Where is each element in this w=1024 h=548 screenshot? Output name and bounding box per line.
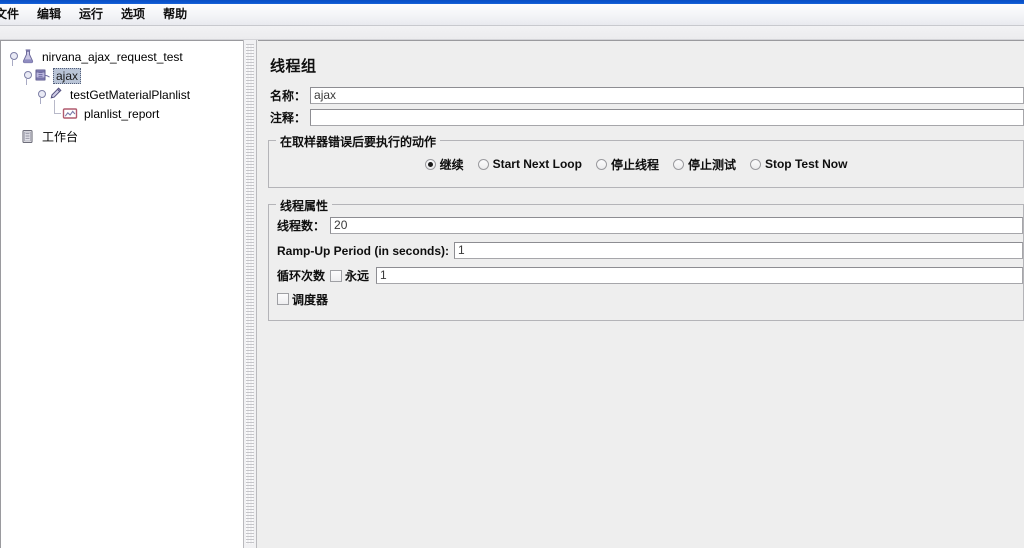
- menu-help[interactable]: 帮助: [154, 5, 196, 24]
- comment-input[interactable]: [310, 108, 1024, 126]
- loop-count-label: 循环次数: [277, 269, 326, 283]
- scheduler-checkbox[interactable]: 调度器: [277, 291, 328, 308]
- checkbox-mark-icon[interactable]: [277, 293, 289, 305]
- loop-count-input[interactable]: 1: [376, 267, 1023, 284]
- forever-label: 永远: [345, 269, 370, 283]
- radio-mark-icon[interactable]: [749, 158, 761, 170]
- radio-start-next-loop[interactable]: Start Next Loop: [477, 157, 582, 171]
- radio-mark-icon[interactable]: [424, 158, 436, 170]
- menu-edit[interactable]: 编辑: [28, 5, 70, 24]
- test-plan-tree-panel[interactable]: nirvana_ajax_request_test ajax testGetMa…: [0, 40, 243, 548]
- radio-continue[interactable]: 继续: [424, 156, 464, 173]
- radio-label: 停止测试: [687, 157, 736, 172]
- thread-count-input[interactable]: 20: [330, 217, 1023, 234]
- test-plan-tree: nirvana_ajax_request_test ajax testGetMa…: [1, 41, 243, 146]
- tree-node-workbench[interactable]: 工作台: [5, 127, 243, 146]
- tree-node-label: planlist_report: [84, 106, 160, 121]
- test-plan-flask-icon: [19, 48, 37, 65]
- thread-group-editor: 线程组 名称： ajax 注释： 在取样器错误后要执行的动作 继续 Start …: [258, 40, 1024, 548]
- split-divider-grip[interactable]: [246, 44, 254, 544]
- menu-run[interactable]: 运行: [70, 5, 112, 24]
- tree-node-sampler[interactable]: testGetMaterialPlanlist: [5, 85, 243, 104]
- tree-node-label: nirvana_ajax_request_test: [42, 49, 183, 64]
- loop-count-row: 循环次数 永远 1: [269, 263, 1023, 288]
- thread-count-label: 线程数：: [277, 219, 326, 233]
- ramp-up-label: Ramp-Up Period (in seconds):: [277, 243, 450, 258]
- toolbar: [0, 26, 1024, 40]
- comment-label: 注释：: [270, 110, 307, 125]
- radio-label: 停止线程: [610, 157, 659, 172]
- menu-bar: 文件 编辑 运行 选项 帮助: [0, 4, 1024, 26]
- tree-node-thread-group[interactable]: ajax: [5, 66, 243, 85]
- thread-properties-title: 线程属性: [276, 197, 333, 214]
- radio-label: Start Next Loop: [492, 157, 582, 171]
- radio-label: 继续: [439, 157, 464, 172]
- radio-stop-test-now[interactable]: Stop Test Now: [749, 157, 848, 171]
- sampler-pin-icon: [47, 86, 65, 103]
- tree-node-listener[interactable]: planlist_report: [5, 100, 243, 123]
- expand-handle-icon[interactable]: [7, 47, 19, 66]
- page-title: 线程组: [270, 58, 317, 75]
- thread-properties-group: 线程属性 线程数： 20 Ramp-Up Period (in seconds)…: [268, 197, 1024, 321]
- thread-count-row: 线程数： 20: [269, 213, 1023, 238]
- tree-node-label: testGetMaterialPlanlist: [70, 87, 191, 102]
- sampler-error-action-title: 在取样器错误后要执行的动作: [276, 133, 441, 150]
- main-split-pane: nirvana_ajax_request_test ajax testGetMa…: [0, 40, 1024, 548]
- workbench-clipboard-icon: [19, 128, 37, 145]
- expand-handle-icon[interactable]: [35, 85, 47, 104]
- thread-group-spool-icon: [33, 67, 51, 84]
- name-row: 名称： ajax: [258, 84, 1024, 106]
- radio-mark-icon[interactable]: [477, 158, 489, 170]
- radio-stop-test[interactable]: 停止测试: [672, 156, 736, 173]
- tree-node-label: ajax: [53, 67, 82, 84]
- ramp-up-input[interactable]: 1: [454, 242, 1023, 259]
- listener-graph-icon: [61, 105, 79, 122]
- split-divider[interactable]: [243, 40, 257, 548]
- ramp-up-row: Ramp-Up Period (in seconds): 1: [269, 238, 1023, 263]
- menu-options[interactable]: 选项: [112, 5, 154, 24]
- expand-handle-icon[interactable]: [21, 66, 33, 85]
- sampler-error-action-group: 在取样器错误后要执行的动作 继续 Start Next Loop 停止线程 停止…: [268, 133, 1024, 188]
- radio-stop-thread[interactable]: 停止线程: [595, 156, 659, 173]
- radio-label: Stop Test Now: [764, 157, 848, 171]
- name-label: 名称：: [270, 88, 307, 103]
- menu-file[interactable]: 文件: [0, 5, 28, 24]
- tree-node-label: 工作台: [42, 129, 79, 144]
- scheduler-row: 调度器: [269, 288, 1023, 310]
- jmeter-window: 文件 编辑 运行 选项 帮助 nirvana_ajax_request_test…: [0, 0, 1024, 548]
- checkbox-mark-icon[interactable]: [330, 269, 343, 282]
- tree-elbow-icon: [49, 100, 61, 123]
- scheduler-label: 调度器: [292, 292, 329, 307]
- sampler-error-action-options: 继续 Start Next Loop 停止线程 停止测试 Stop Test N…: [269, 153, 1023, 175]
- comment-row: 注释：: [258, 106, 1024, 128]
- forever-checkbox[interactable]: 永远: [330, 267, 369, 284]
- radio-mark-icon[interactable]: [672, 158, 684, 170]
- name-input[interactable]: ajax: [310, 86, 1024, 104]
- tree-node-test-plan[interactable]: nirvana_ajax_request_test: [5, 47, 243, 66]
- radio-mark-icon[interactable]: [595, 158, 607, 170]
